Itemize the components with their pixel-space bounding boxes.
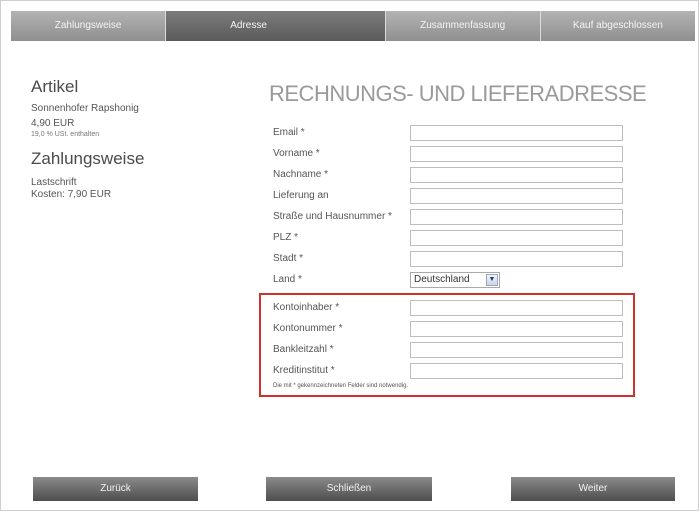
email-label: Email * [273, 127, 305, 138]
close-button[interactable]: Schließen [266, 477, 432, 501]
row-strasse: Straße und Hausnummer * [273, 209, 633, 227]
row-bankleitzahl: Bankleitzahl * [273, 342, 633, 360]
lieferung-label: Lieferung an [273, 190, 329, 201]
order-summary: Artikel Sonnenhofer Rapshonig 4,90 EUR 1… [31, 77, 231, 201]
bankleitzahl-field[interactable] [410, 342, 623, 358]
row-plz: PLZ * [273, 230, 633, 248]
row-nachname: Nachname * [273, 167, 633, 185]
row-kontoinhaber: Kontoinhaber * [273, 300, 633, 318]
land-label: Land * [273, 274, 302, 285]
row-stadt: Stadt * [273, 251, 633, 269]
artikel-heading: Artikel [31, 77, 79, 96]
land-selected-value: Deutschland [414, 274, 470, 285]
stadt-label: Stadt * [273, 253, 304, 264]
vorname-label: Vorname * [273, 148, 320, 159]
kreditinstitut-label: Kreditinstitut * [273, 365, 335, 376]
step-zusammenfassung[interactable]: Zusammenfassung [385, 11, 541, 41]
back-button[interactable]: Zurück [33, 477, 198, 501]
kontoinhaber-field[interactable] [410, 300, 623, 316]
kontonummer-label: Kontonummer * [273, 323, 343, 334]
payment-method: Lastschrift [31, 177, 77, 188]
nachname-field[interactable] [410, 167, 623, 183]
page-title: RECHNUNGS- UND LIEFERADRESSE [269, 81, 647, 106]
row-lieferung: Lieferung an [273, 188, 633, 206]
row-kreditinstitut: Kreditinstitut * [273, 363, 633, 381]
row-email: Email * [273, 125, 633, 143]
plz-label: PLZ * [273, 232, 299, 243]
stadt-field[interactable] [410, 251, 623, 267]
bankleitzahl-label: Bankleitzahl * [273, 344, 334, 355]
required-fields-note: Die mit * gekennzeichneten Felder sind n… [273, 383, 409, 389]
nachname-label: Nachname * [273, 169, 329, 180]
product-name: Sonnenhofer Rapshonig [31, 103, 139, 114]
land-select[interactable]: Deutschland ▼ [410, 272, 500, 288]
row-vorname: Vorname * [273, 146, 633, 164]
plz-field[interactable] [410, 230, 623, 246]
strasse-label: Straße und Hausnummer * [273, 211, 392, 222]
chevron-down-icon[interactable]: ▼ [486, 274, 498, 286]
checkout-steps: Zahlungsweise Adresse Zusammenfassung Ka… [11, 11, 695, 41]
step-adresse[interactable]: Adresse [166, 11, 386, 41]
product-price: 4,90 EUR [31, 118, 75, 129]
vat-note: 19,0 % USt. enthalten [31, 131, 100, 138]
row-kontonummer: Kontonummer * [273, 321, 633, 339]
email-field[interactable] [410, 125, 623, 141]
step-zahlungsweise[interactable]: Zahlungsweise [11, 11, 167, 41]
kontoinhaber-label: Kontoinhaber * [273, 302, 340, 313]
row-land: Land * Deutschland ▼ [273, 272, 633, 290]
lieferung-field[interactable] [410, 188, 623, 204]
step-kauf-abgeschlossen[interactable]: Kauf abgeschlossen [540, 11, 695, 41]
checkout-window: Zahlungsweise Adresse Zusammenfassung Ka… [0, 0, 699, 511]
payment-costs: Kosten: 7,90 EUR [31, 189, 112, 200]
next-button[interactable]: Weiter [511, 477, 675, 501]
kontonummer-field[interactable] [410, 321, 623, 337]
strasse-field[interactable] [410, 209, 623, 225]
kreditinstitut-field[interactable] [410, 363, 623, 379]
vorname-field[interactable] [410, 146, 623, 162]
payment-heading: Zahlungsweise [31, 149, 145, 168]
